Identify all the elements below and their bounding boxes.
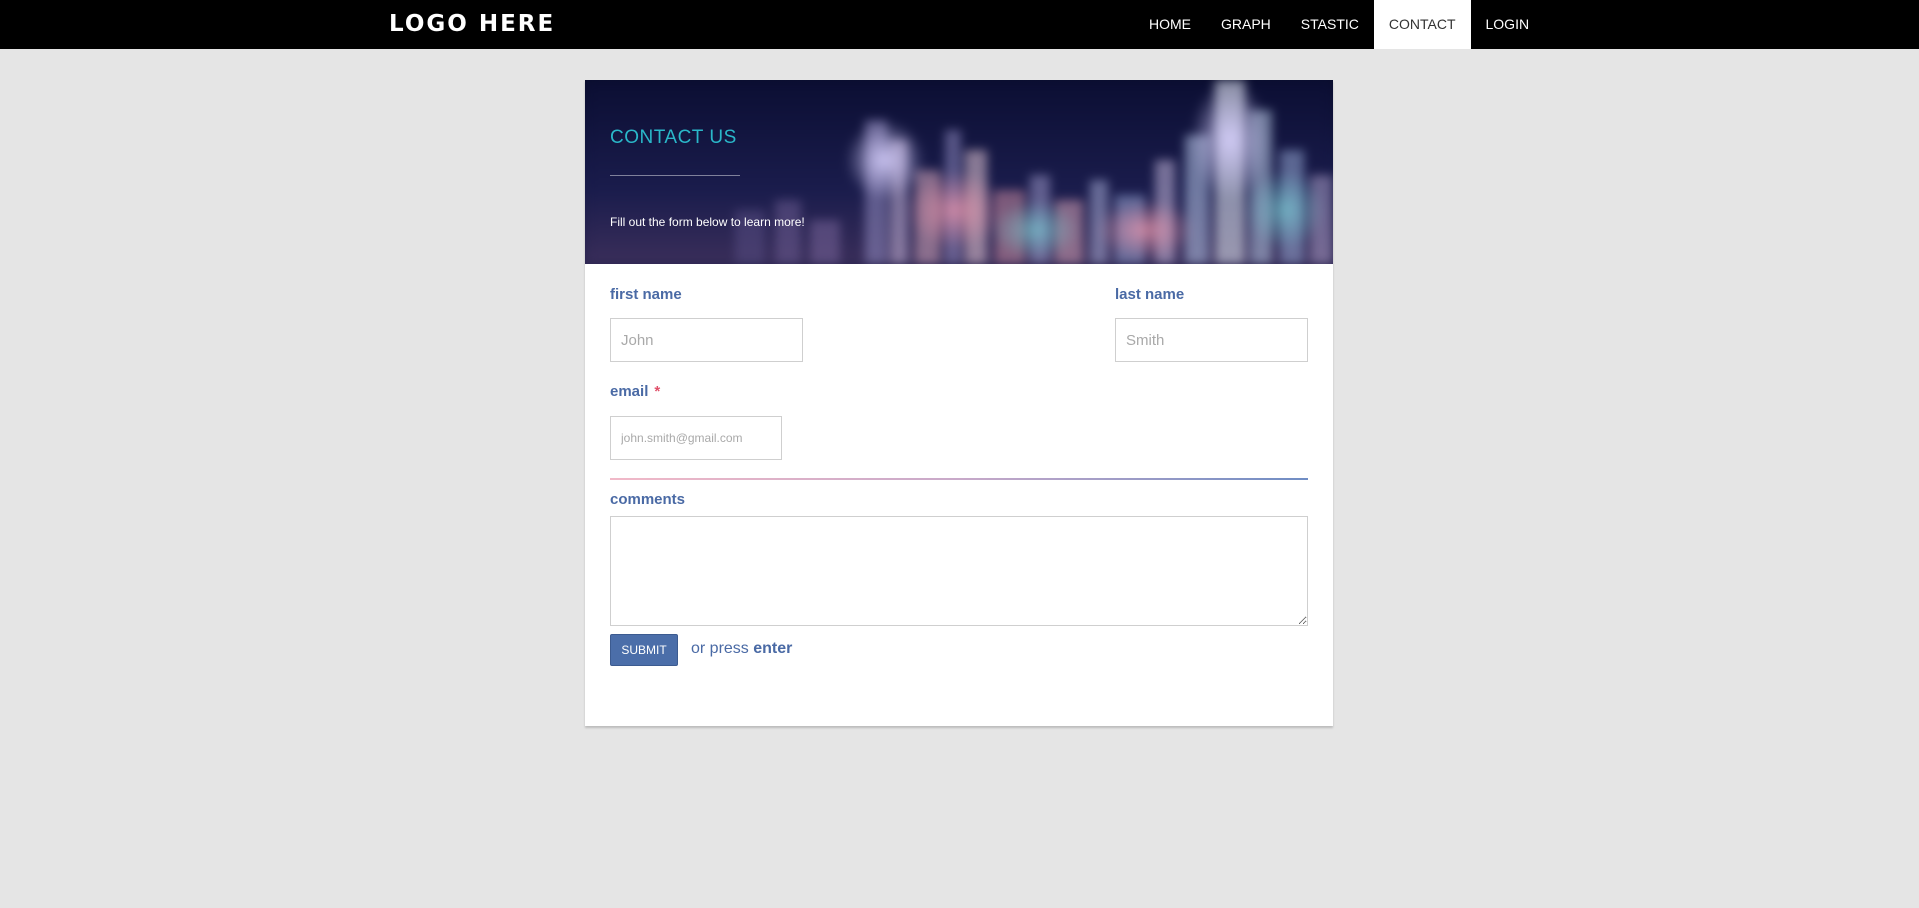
- email-label-text: email: [610, 383, 649, 400]
- hint-prefix: or press: [691, 640, 749, 657]
- form-divider: [610, 478, 1308, 480]
- nav-link-home[interactable]: HOME: [1134, 0, 1206, 49]
- contact-card: CONTACT US Fill out the form below to le…: [585, 80, 1333, 726]
- first-name-field[interactable]: [610, 318, 803, 362]
- last-name-field[interactable]: [1115, 318, 1308, 362]
- title-divider: [610, 175, 740, 176]
- nav-link-contact[interactable]: CONTACT: [1373, 0, 1471, 49]
- first-name-label: first name: [610, 286, 682, 303]
- nav-link-graph[interactable]: GRAPH: [1206, 0, 1286, 49]
- city-skyline-image: [585, 80, 1333, 264]
- nav-links: HOME GRAPH STASTIC CONTACT LOGIN: [1134, 0, 1544, 49]
- submit-button[interactable]: SUBMIT: [610, 634, 678, 666]
- nav-link-stastic[interactable]: STASTIC: [1286, 0, 1374, 49]
- last-name-label: last name: [1115, 286, 1185, 303]
- email-field[interactable]: [610, 416, 782, 460]
- hero-banner: CONTACT US Fill out the form below to le…: [585, 80, 1333, 264]
- hero-subtitle: Fill out the form below to learn more!: [610, 215, 805, 229]
- top-navbar: LOGO HERE HOME GRAPH STASTIC CONTACT LOG…: [0, 0, 1919, 49]
- page-title: CONTACT US: [610, 127, 737, 148]
- required-mark: *: [654, 383, 661, 400]
- nav-link-login[interactable]: LOGIN: [1471, 0, 1545, 49]
- press-enter-hint: or press enter: [691, 640, 792, 658]
- email-label: email *: [610, 383, 660, 400]
- logo[interactable]: LOGO HERE: [389, 9, 555, 39]
- comments-textarea[interactable]: [610, 516, 1308, 626]
- comments-label: comments: [610, 491, 686, 508]
- hint-key: enter: [753, 640, 793, 657]
